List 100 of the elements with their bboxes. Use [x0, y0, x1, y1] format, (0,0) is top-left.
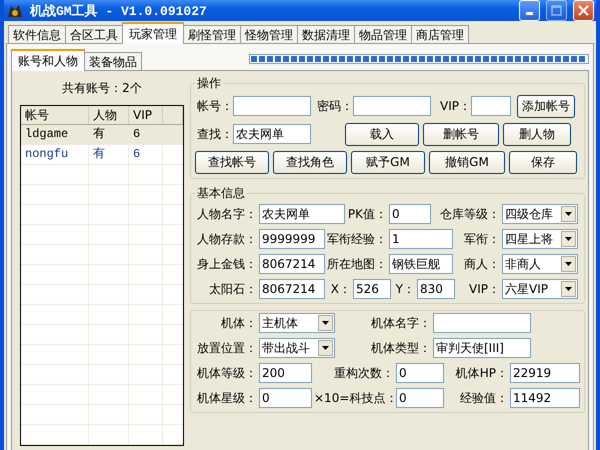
caret-icon [565, 287, 572, 291]
field-label: Y： [394, 280, 415, 298]
column-header[interactable]: VIP [129, 106, 163, 124]
field-label: 所在地图： [327, 256, 387, 272]
input-field[interactable]: 审判天使[III] [433, 338, 531, 358]
account-row[interactable]: nongfu 有 6 [21, 145, 183, 165]
tab[interactable]: 软件信息 [8, 25, 66, 43]
tab[interactable]: 数据清理 [297, 25, 355, 43]
input-field[interactable]: 8067214 [259, 279, 325, 299]
input-field[interactable] [353, 96, 431, 116]
input-field[interactable]: 0 [259, 388, 312, 408]
dropdown[interactable]: 带出战斗 [259, 338, 335, 358]
input-field[interactable] [433, 313, 531, 333]
field-label: 机体： [220, 314, 257, 332]
tab[interactable]: 刷怪管理 [183, 25, 241, 43]
table-cell: ldgame [21, 125, 89, 144]
group-title: 操作 [196, 75, 222, 92]
tab[interactable]: 商店管理 [411, 25, 469, 43]
field-label: 帐号： [196, 98, 233, 114]
caret-icon [565, 212, 572, 216]
input-field[interactable]: 22919 [510, 363, 580, 383]
table-cell: 有 [89, 145, 129, 164]
caret-icon [322, 321, 329, 325]
field-label: 军衔经验： [327, 230, 387, 248]
caret-icon [565, 237, 572, 241]
field-label: VIP： [439, 98, 471, 114]
dropdown[interactable]: 非商人 [502, 254, 578, 274]
window-title: 机战GM工具 - V1.0.091027 [30, 2, 208, 20]
field-label: 商人： [463, 256, 500, 272]
tab[interactable]: 合区工具 [65, 25, 123, 43]
input-field[interactable]: 农夫网单 [259, 204, 345, 224]
maximize-icon [551, 5, 562, 16]
field-label: 机体星级： [196, 390, 257, 406]
dropdown[interactable]: 四级仓库 [502, 204, 578, 224]
tab[interactable]: 账号和人物 [11, 49, 85, 71]
caret-icon [565, 262, 572, 266]
input-field[interactable]: 526 [353, 279, 391, 299]
input-field[interactable]: 钢铁巨舰 [389, 254, 453, 274]
field-label: PK值： [347, 206, 387, 222]
action-button[interactable]: 删人物 [503, 122, 571, 146]
tab[interactable]: 物品管理 [354, 25, 412, 43]
column-header[interactable]: 帐号 [21, 106, 89, 124]
table-cell: nongfu [21, 145, 89, 164]
dropdown[interactable]: 四星上将 [502, 229, 578, 249]
action-button[interactable]: 载入 [345, 122, 419, 146]
input-field[interactable]: 1 [389, 229, 453, 249]
action-button[interactable]: 撤销GM [429, 150, 505, 174]
input-field[interactable]: 0 [396, 363, 444, 383]
table-cell: 6 [129, 125, 163, 144]
column-header[interactable]: 人物 [89, 106, 129, 124]
caret-icon [322, 346, 329, 350]
tab[interactable]: 装备物品 [84, 52, 142, 70]
close-icon [578, 5, 589, 16]
action-button[interactable]: 删帐号 [423, 122, 499, 146]
action-button[interactable]: 查找帐号 [195, 150, 269, 174]
input-field[interactable] [233, 96, 311, 116]
action-button[interactable]: 查找角色 [273, 150, 347, 174]
account-row[interactable]: ldgame 有 6 [21, 125, 183, 145]
input-field[interactable]: 200 [259, 363, 312, 383]
field-label: 密码： [316, 98, 353, 114]
field-label: 查找： [196, 126, 233, 142]
field-label: VIP： [468, 280, 500, 298]
field-label: 机体名字： [370, 314, 431, 332]
field-label: 人物存款： [196, 230, 257, 248]
field-label: 机体等级： [196, 364, 257, 382]
field-label: 仓库等级： [439, 206, 500, 222]
group-title: 基本信息 [196, 185, 246, 202]
input-field[interactable]: 11492 [510, 388, 580, 408]
field-label: 太阳石： [208, 280, 257, 298]
account-count: 共有账号：2个 [61, 80, 143, 97]
input-field[interactable]: 0 [389, 204, 431, 224]
field-label: 重构次数： [333, 364, 394, 382]
action-button[interactable]: 赋予GM [351, 150, 425, 174]
field-label: ×10=科技点： [314, 390, 394, 406]
close-button[interactable] [573, 0, 594, 21]
input-field[interactable]: 0 [396, 388, 444, 408]
dropdown[interactable]: 六星VIP [502, 279, 578, 299]
input-field[interactable]: 8067214 [259, 254, 325, 274]
tab[interactable]: 玩家管理 [122, 22, 184, 44]
field-label: 机体类型： [370, 340, 431, 356]
field-label: 人物名字： [196, 206, 257, 222]
input-field[interactable] [471, 96, 511, 116]
maximize-button[interactable] [546, 0, 567, 21]
input-field[interactable]: 9999999 [259, 229, 325, 249]
field-label: 军衔： [463, 230, 500, 248]
table-cell: 有 [89, 125, 129, 144]
tab[interactable]: 怪物管理 [240, 25, 298, 43]
table-cell: 6 [129, 145, 163, 164]
field-label: 经验值： [459, 390, 508, 406]
input-field[interactable]: 830 [417, 279, 455, 299]
field-label: 放置位置： [196, 340, 257, 356]
action-button[interactable]: 保存 [509, 150, 577, 174]
minimize-button[interactable] [519, 0, 540, 21]
minimize-icon [526, 12, 532, 14]
field-label: 身上金钱： [196, 256, 257, 272]
field-label: 机体HP： [454, 364, 508, 382]
dropdown[interactable]: 主机体 [259, 313, 335, 333]
input-field[interactable]: 农夫网单 [233, 124, 311, 144]
action-button[interactable]: 添加帐号 [517, 94, 575, 118]
field-label: X： [330, 280, 351, 298]
